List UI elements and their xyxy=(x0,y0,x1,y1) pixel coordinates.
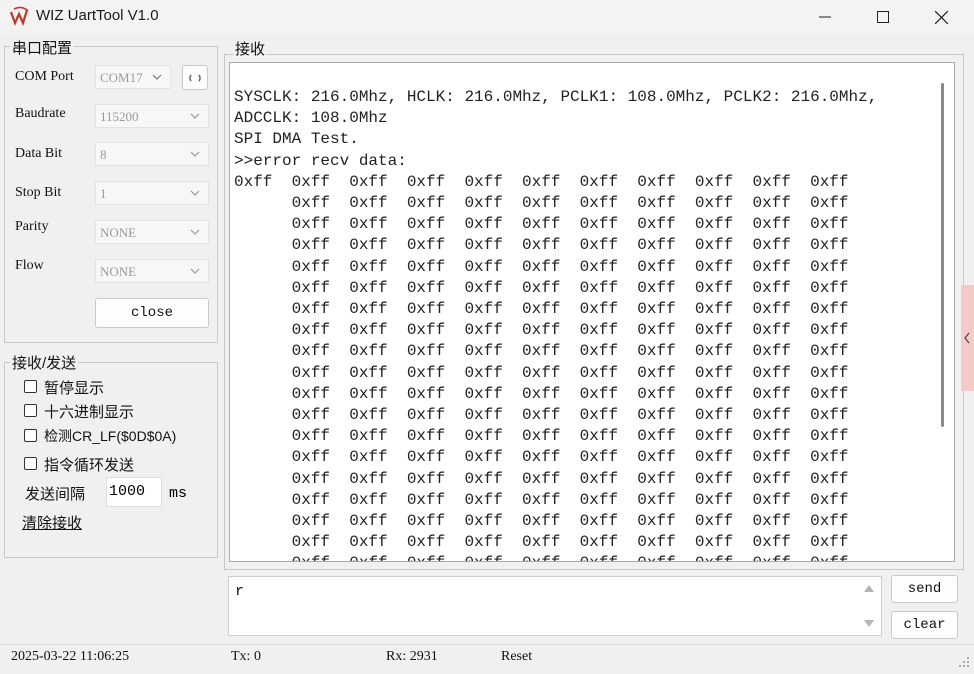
parity-select[interactable]: NONE xyxy=(95,220,209,244)
status-datetime: 2025-03-22 11:06:25 xyxy=(11,649,130,664)
baudrate-select[interactable]: 115200 xyxy=(95,104,209,128)
com-port-select[interactable]: COM17 xyxy=(95,65,171,89)
flow-value: NONE xyxy=(100,264,137,279)
data-bit-select[interactable]: 8 xyxy=(95,142,209,166)
close-window-button[interactable] xyxy=(912,0,970,34)
detect-crlf-label: 检测CR_LF($0D$0A) xyxy=(44,428,177,444)
clear-receive-link[interactable]: 清除接收 xyxy=(22,512,82,533)
maximize-button[interactable] xyxy=(854,0,912,34)
scroll-up-icon[interactable] xyxy=(863,583,875,593)
parity-label: Parity xyxy=(15,219,49,234)
send-button[interactable]: send xyxy=(891,575,958,603)
rx-tx-title: 接收/发送 xyxy=(10,352,79,373)
app-logo-icon xyxy=(9,6,29,26)
minimize-button[interactable] xyxy=(796,0,854,34)
status-tx-count: Tx: 0 xyxy=(231,649,261,664)
flow-label: Flow xyxy=(15,258,44,273)
com-port-value: COM17 xyxy=(100,70,143,85)
chevron-left-icon xyxy=(964,332,970,344)
chevron-down-icon xyxy=(190,190,200,196)
window-title: WIZ UartTool V1.0 xyxy=(36,7,159,24)
chevron-down-icon xyxy=(190,229,200,235)
pause-display-label: 暂停显示 xyxy=(44,380,105,397)
receive-textarea[interactable]: SYSCLK: 216.0Mhz, HCLK: 216.0Mhz, PCLK1:… xyxy=(229,62,955,562)
parity-value: NONE xyxy=(100,225,137,240)
serial-config-title: 串口配置 xyxy=(10,37,75,58)
status-bar xyxy=(0,644,974,674)
receive-scrollbar-thumb[interactable] xyxy=(941,83,944,427)
send-input[interactable]: r xyxy=(228,576,882,636)
resize-grip-icon[interactable] xyxy=(958,656,970,668)
com-port-label: COM Port xyxy=(15,69,74,84)
send-interval-unit: ms xyxy=(169,485,188,502)
refresh-ports-button[interactable] xyxy=(182,65,208,90)
chevron-down-icon xyxy=(190,113,200,119)
flow-select[interactable]: NONE xyxy=(95,259,209,283)
hex-display-label: 十六进制显示 xyxy=(44,404,135,421)
chevron-down-icon xyxy=(190,151,200,157)
stop-bit-select[interactable]: 1 xyxy=(95,181,209,205)
hex-display-checkbox[interactable] xyxy=(24,404,37,417)
baudrate-value: 115200 xyxy=(100,109,139,124)
close-icon xyxy=(934,10,948,24)
receive-text: SYSCLK: 216.0Mhz, HCLK: 216.0Mhz, PCLK1:… xyxy=(234,88,878,561)
loop-send-checkbox[interactable] xyxy=(24,457,37,470)
minimize-icon xyxy=(819,16,831,18)
send-interval-label: 发送间隔 xyxy=(25,486,86,503)
reset-counters-button[interactable]: Reset xyxy=(501,649,532,665)
receive-title: 接收 xyxy=(233,38,268,59)
chevron-down-icon xyxy=(190,268,200,274)
side-panel-handle[interactable] xyxy=(961,285,974,391)
data-bit-value: 8 xyxy=(100,147,107,162)
close-port-button[interactable]: close xyxy=(95,298,209,328)
detect-crlf-checkbox[interactable] xyxy=(24,429,37,442)
status-rx-count: Rx: 2931 xyxy=(386,649,438,664)
send-interval-input[interactable]: 1000 xyxy=(106,477,162,507)
stop-bit-label: Stop Bit xyxy=(15,185,62,200)
stop-bit-value: 1 xyxy=(100,186,107,201)
clear-send-button[interactable]: clear xyxy=(891,611,958,639)
data-bit-label: Data Bit xyxy=(15,146,63,161)
scroll-down-icon[interactable] xyxy=(863,619,875,629)
send-input-value: r xyxy=(235,583,245,600)
baudrate-label: Baudrate xyxy=(15,106,66,121)
pause-display-checkbox[interactable] xyxy=(24,380,37,393)
loop-send-label: 指令循环发送 xyxy=(44,457,135,474)
chevron-down-icon xyxy=(152,74,162,80)
refresh-icon xyxy=(189,74,201,81)
maximize-icon xyxy=(877,11,889,23)
